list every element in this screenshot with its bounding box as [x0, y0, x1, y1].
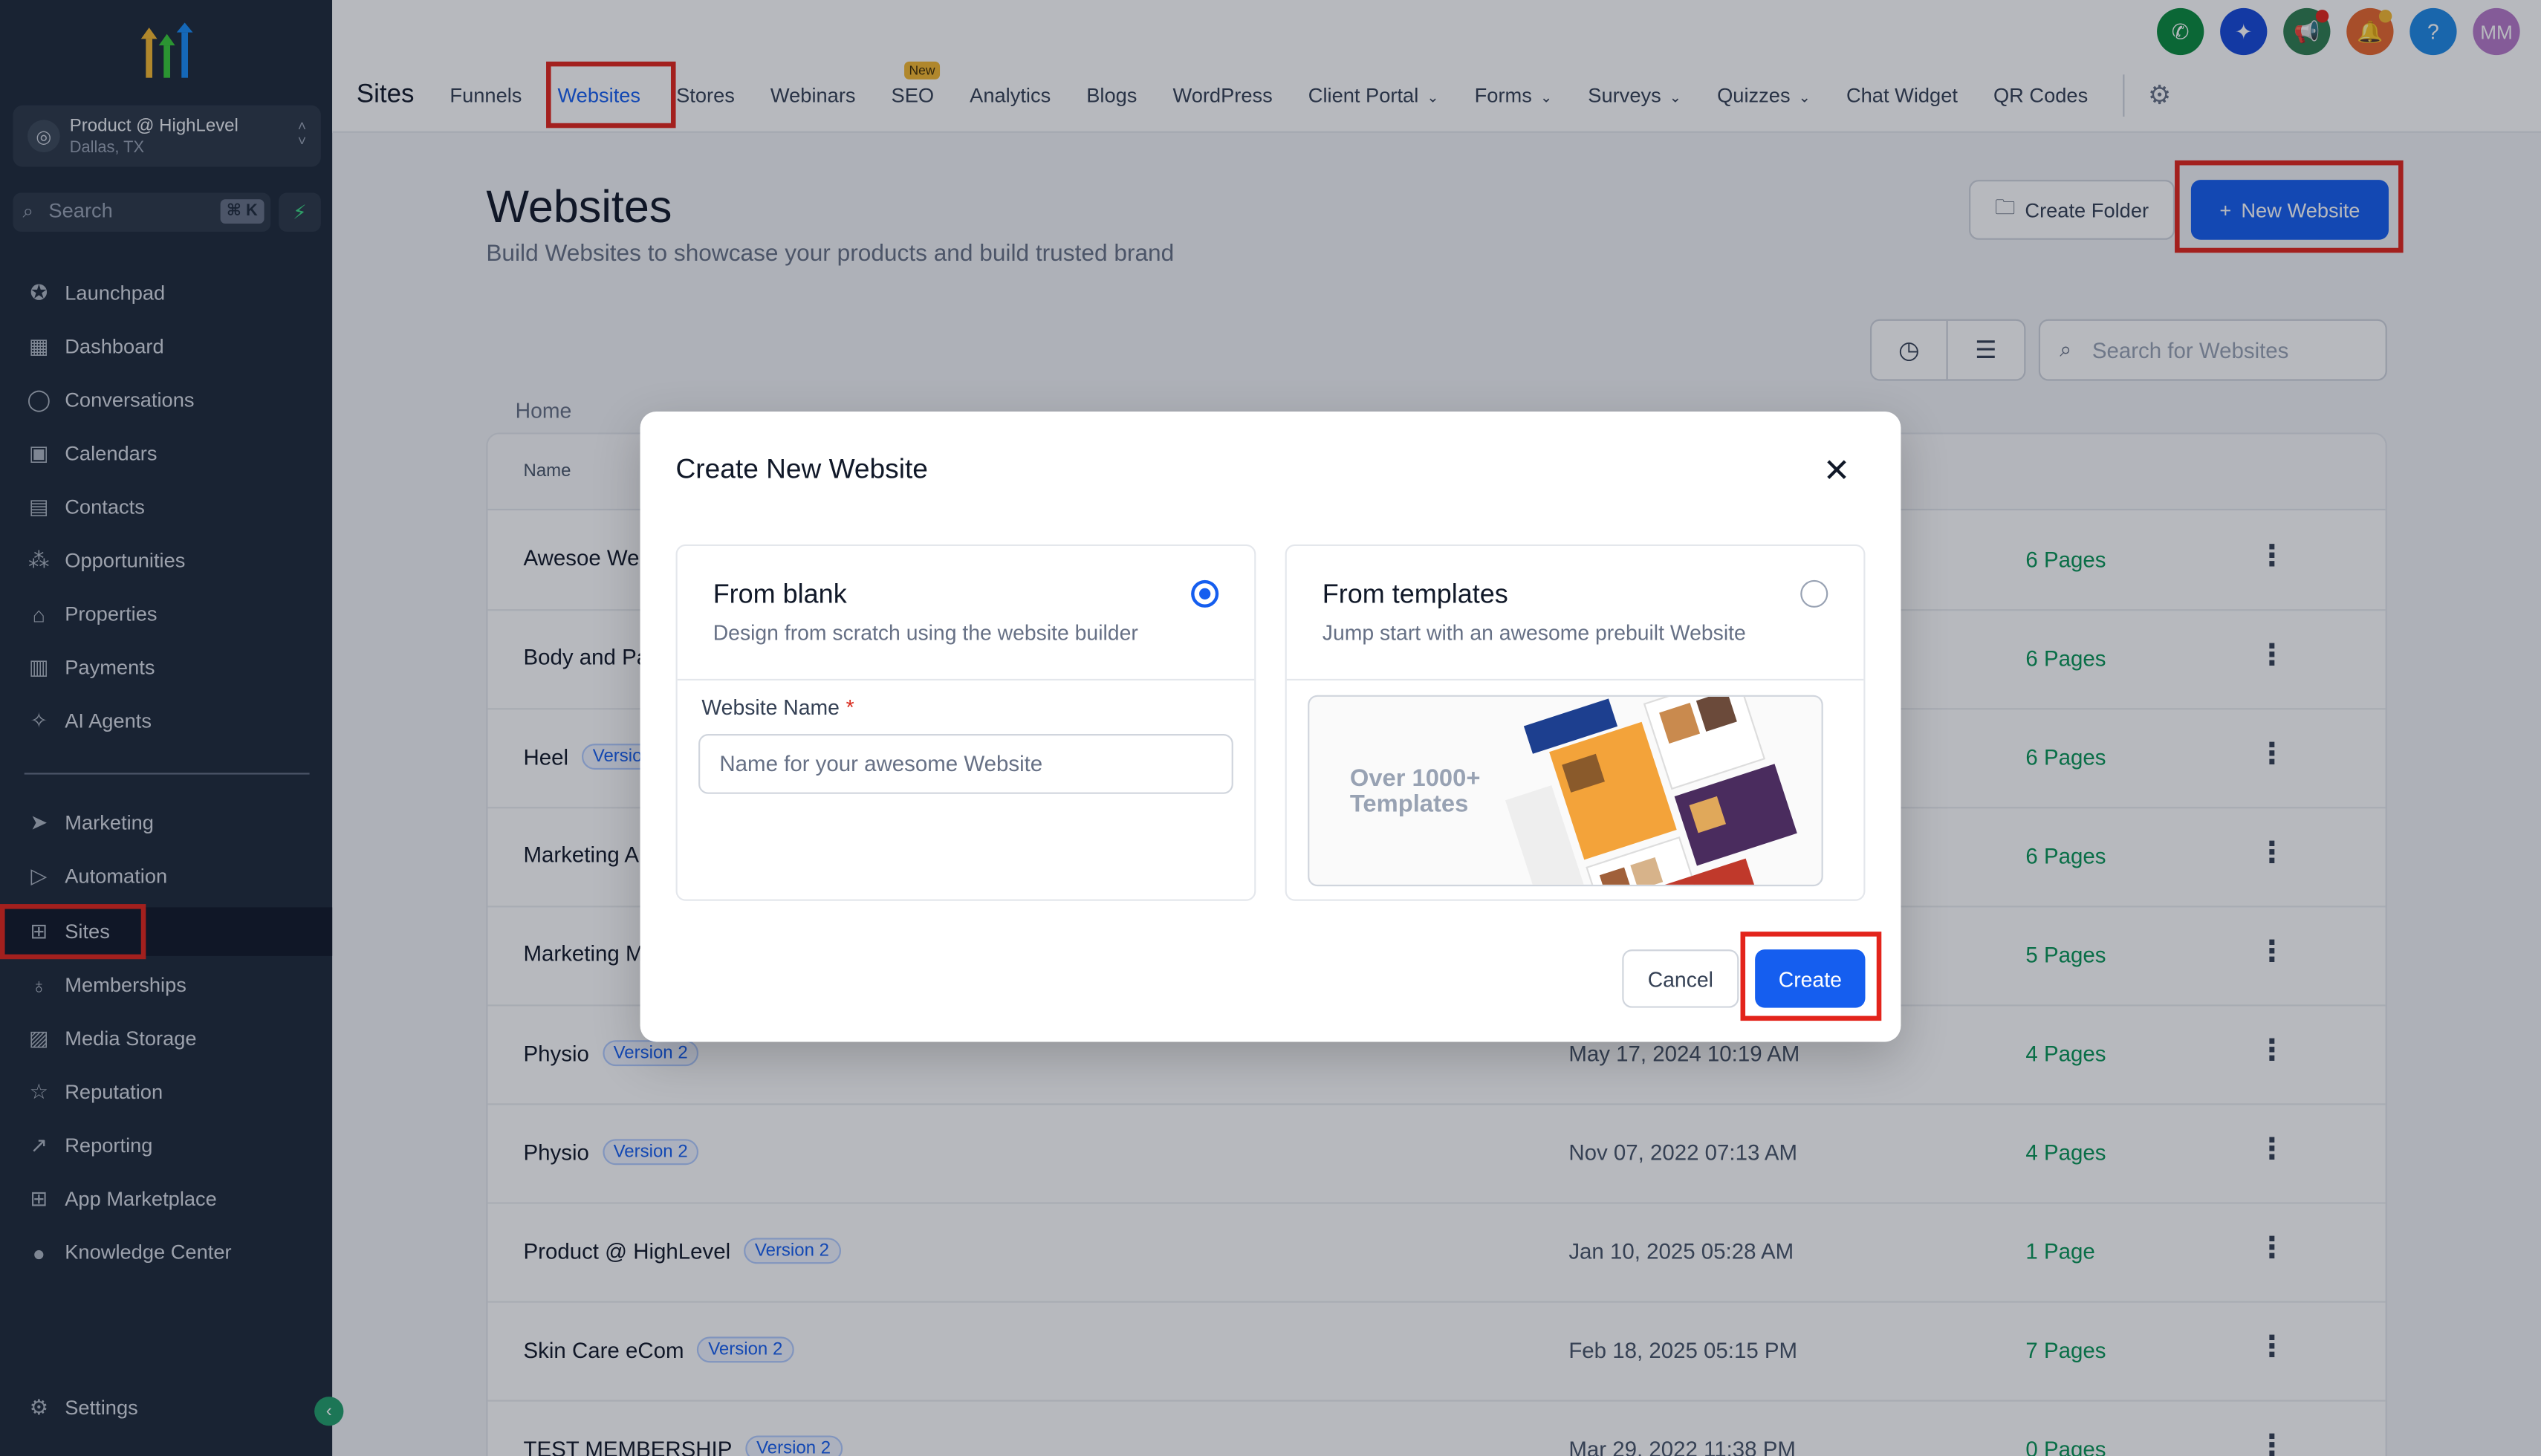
from-templates-radio[interactable]	[1800, 579, 1828, 608]
modal-title: Create New Website	[675, 453, 928, 485]
from-templates-card[interactable]: From templates Jump start with an awesom…	[1285, 544, 1866, 901]
create-website-modal: Create New Website ✕ From blank Design f…	[640, 412, 1901, 1042]
from-templates-title: From templates	[1322, 579, 1508, 610]
template-thumbnails-illustration	[1505, 696, 1797, 885]
from-blank-card[interactable]: From blank Design from scratch using the…	[675, 544, 1256, 901]
website-name-label: Website Name *	[701, 695, 854, 720]
from-blank-description: Design from scratch using the website bu…	[713, 620, 1138, 646]
from-blank-title: From blank	[713, 579, 847, 610]
close-icon[interactable]: ✕	[1823, 455, 1851, 488]
highlight-box-create	[1740, 932, 1882, 1021]
card-divider	[677, 678, 1255, 681]
field-label-text: Website Name	[701, 695, 840, 720]
from-blank-radio[interactable]	[1191, 579, 1219, 608]
templates-preview-image[interactable]: Over 1000+ Templates	[1308, 695, 1823, 887]
website-name-input[interactable]	[698, 734, 1233, 794]
card-divider	[1286, 678, 1864, 681]
from-templates-description: Jump start with an awesome prebuilt Webs…	[1322, 620, 1746, 646]
cancel-button[interactable]: Cancel	[1622, 949, 1739, 1008]
required-mark: *	[846, 695, 854, 720]
